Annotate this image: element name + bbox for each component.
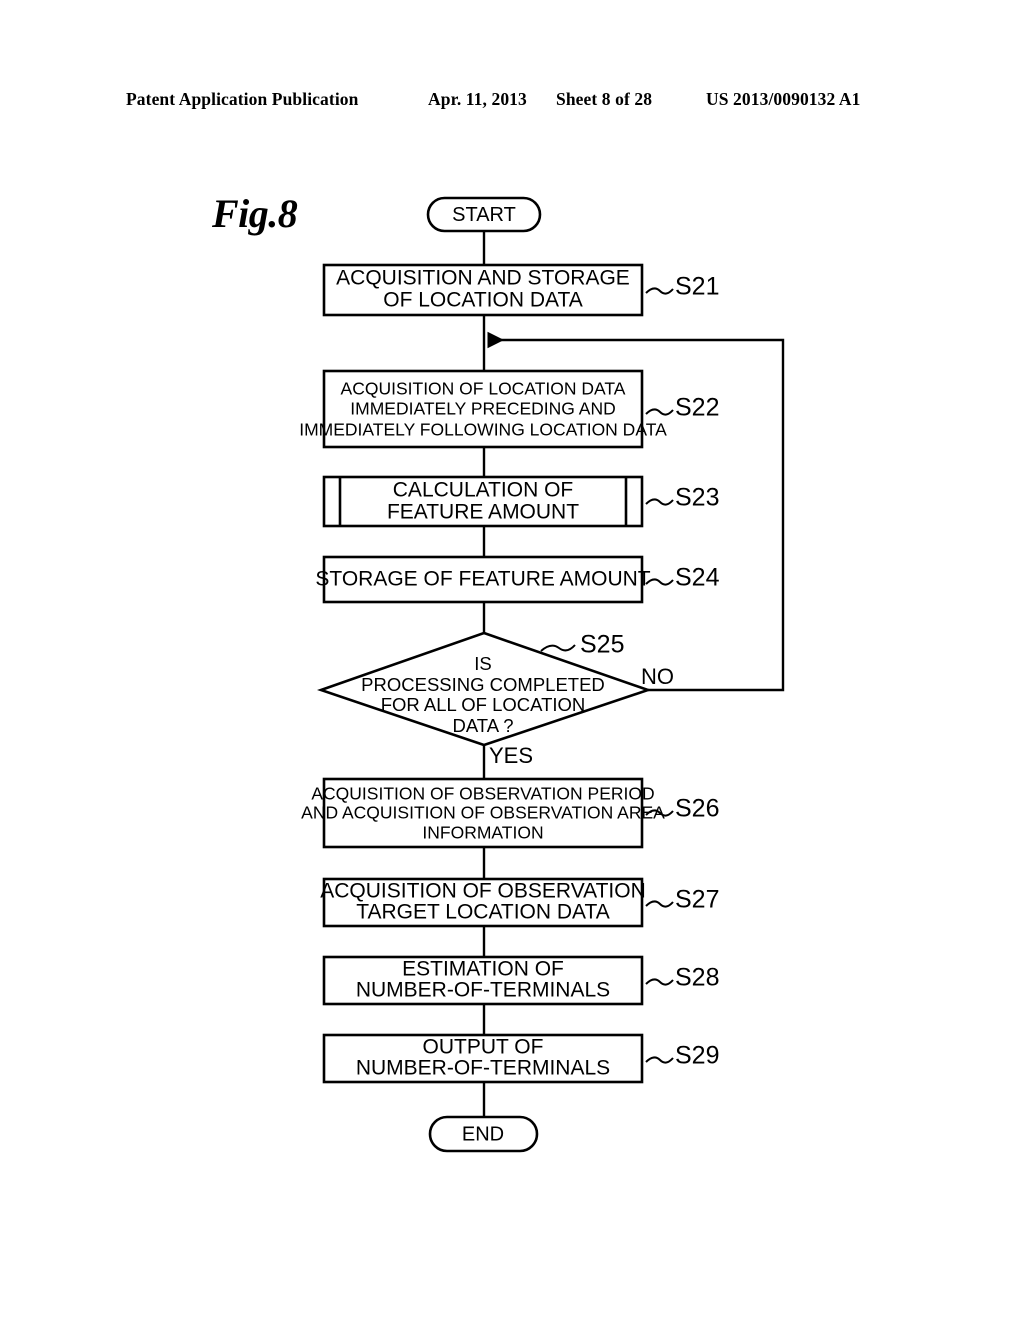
s21-label-line-2: OF LOCATION DATA bbox=[383, 289, 583, 312]
s22-step-label: S22 bbox=[675, 394, 719, 422]
s27-label-line-2: TARGET LOCATION DATA bbox=[356, 901, 610, 924]
s22-label-line-2: IMMEDIATELY PRECEDING AND bbox=[350, 399, 615, 419]
node-s23: CALCULATION OF FEATURE AMOUNT S23 bbox=[322, 475, 719, 528]
s22-label-line-3: IMMEDIATELY FOLLOWING LOCATION DATA bbox=[299, 420, 667, 440]
node-s26: ACQUISITION OF OBSERVATION PERIOD AND AC… bbox=[301, 777, 719, 849]
node-start: START bbox=[426, 196, 542, 233]
node-s28: ESTIMATION OF NUMBER-OF-TERMINALS S28 bbox=[322, 955, 719, 1006]
s21-leader-line bbox=[645, 287, 674, 295]
s27-step-label: S27 bbox=[675, 886, 719, 914]
s28-leader-line bbox=[645, 978, 674, 986]
s23-step-label: S23 bbox=[675, 484, 719, 512]
s25-step-label: S25 bbox=[580, 631, 624, 659]
s28-step-label: S28 bbox=[675, 964, 719, 992]
s28-label-line-1: ESTIMATION OF bbox=[402, 958, 564, 981]
s26-label-line-3: INFORMATION bbox=[422, 823, 543, 843]
s21-label-line-1: ACQUISITION AND STORAGE bbox=[336, 267, 630, 290]
s22-leader-line bbox=[645, 408, 674, 416]
s23-leader-line bbox=[645, 498, 674, 506]
node-s29: OUTPUT OF NUMBER-OF-TERMINALS S29 bbox=[322, 1033, 719, 1084]
node-s27: ACQUISITION OF OBSERVATION TARGET LOCATI… bbox=[320, 877, 719, 928]
branch-label-yes: YES bbox=[489, 743, 533, 768]
s28-label-line-2: NUMBER-OF-TERMINALS bbox=[356, 979, 610, 1002]
s26-label-line-2: AND ACQUISITION OF OBSERVATION AREA bbox=[301, 803, 665, 823]
s29-label-line-1: OUTPUT OF bbox=[423, 1036, 544, 1059]
node-s24: STORAGE OF FEATURE AMOUNT S24 bbox=[315, 555, 720, 604]
start-label: START bbox=[452, 204, 516, 226]
s24-step-label: S24 bbox=[675, 564, 720, 592]
s24-label-line-1: STORAGE OF FEATURE AMOUNT bbox=[315, 568, 650, 591]
s25-label-line-2: PROCESSING COMPLETED bbox=[361, 674, 605, 695]
s25-label-line-3: FOR ALL OF LOCATION bbox=[381, 694, 586, 715]
node-s21: ACQUISITION AND STORAGE OF LOCATION DATA… bbox=[322, 263, 719, 317]
s29-label-line-2: NUMBER-OF-TERMINALS bbox=[356, 1057, 610, 1080]
s27-leader-line bbox=[645, 900, 674, 908]
s22-label-line-1: ACQUISITION OF LOCATION DATA bbox=[341, 379, 626, 399]
s27-label-line-1: ACQUISITION OF OBSERVATION bbox=[320, 880, 646, 903]
s23-label-line-2: FEATURE AMOUNT bbox=[387, 501, 579, 524]
s26-step-label: S26 bbox=[675, 795, 719, 823]
end-label: END bbox=[462, 1123, 504, 1145]
s25-label-line-1: IS bbox=[474, 653, 491, 674]
s25-label-line-4: DATA ? bbox=[452, 715, 513, 736]
node-end: END bbox=[428, 1115, 539, 1153]
node-s22: ACQUISITION OF LOCATION DATA IMMEDIATELY… bbox=[299, 369, 719, 449]
s29-step-label: S29 bbox=[675, 1042, 719, 1070]
node-s25: IS PROCESSING COMPLETED FOR ALL OF LOCAT… bbox=[316, 631, 674, 768]
s29-leader-line bbox=[645, 1056, 674, 1064]
s26-label-line-1: ACQUISITION OF OBSERVATION PERIOD bbox=[311, 784, 654, 804]
s23-label-line-1: CALCULATION OF bbox=[393, 479, 573, 502]
s25-leader-line bbox=[540, 644, 576, 652]
s21-step-label: S21 bbox=[675, 273, 719, 301]
flowchart-diagram: START ACQUISITION AND STORAGE OF LOCATIO… bbox=[299, 196, 785, 1153]
branch-label-no: NO bbox=[641, 664, 674, 689]
